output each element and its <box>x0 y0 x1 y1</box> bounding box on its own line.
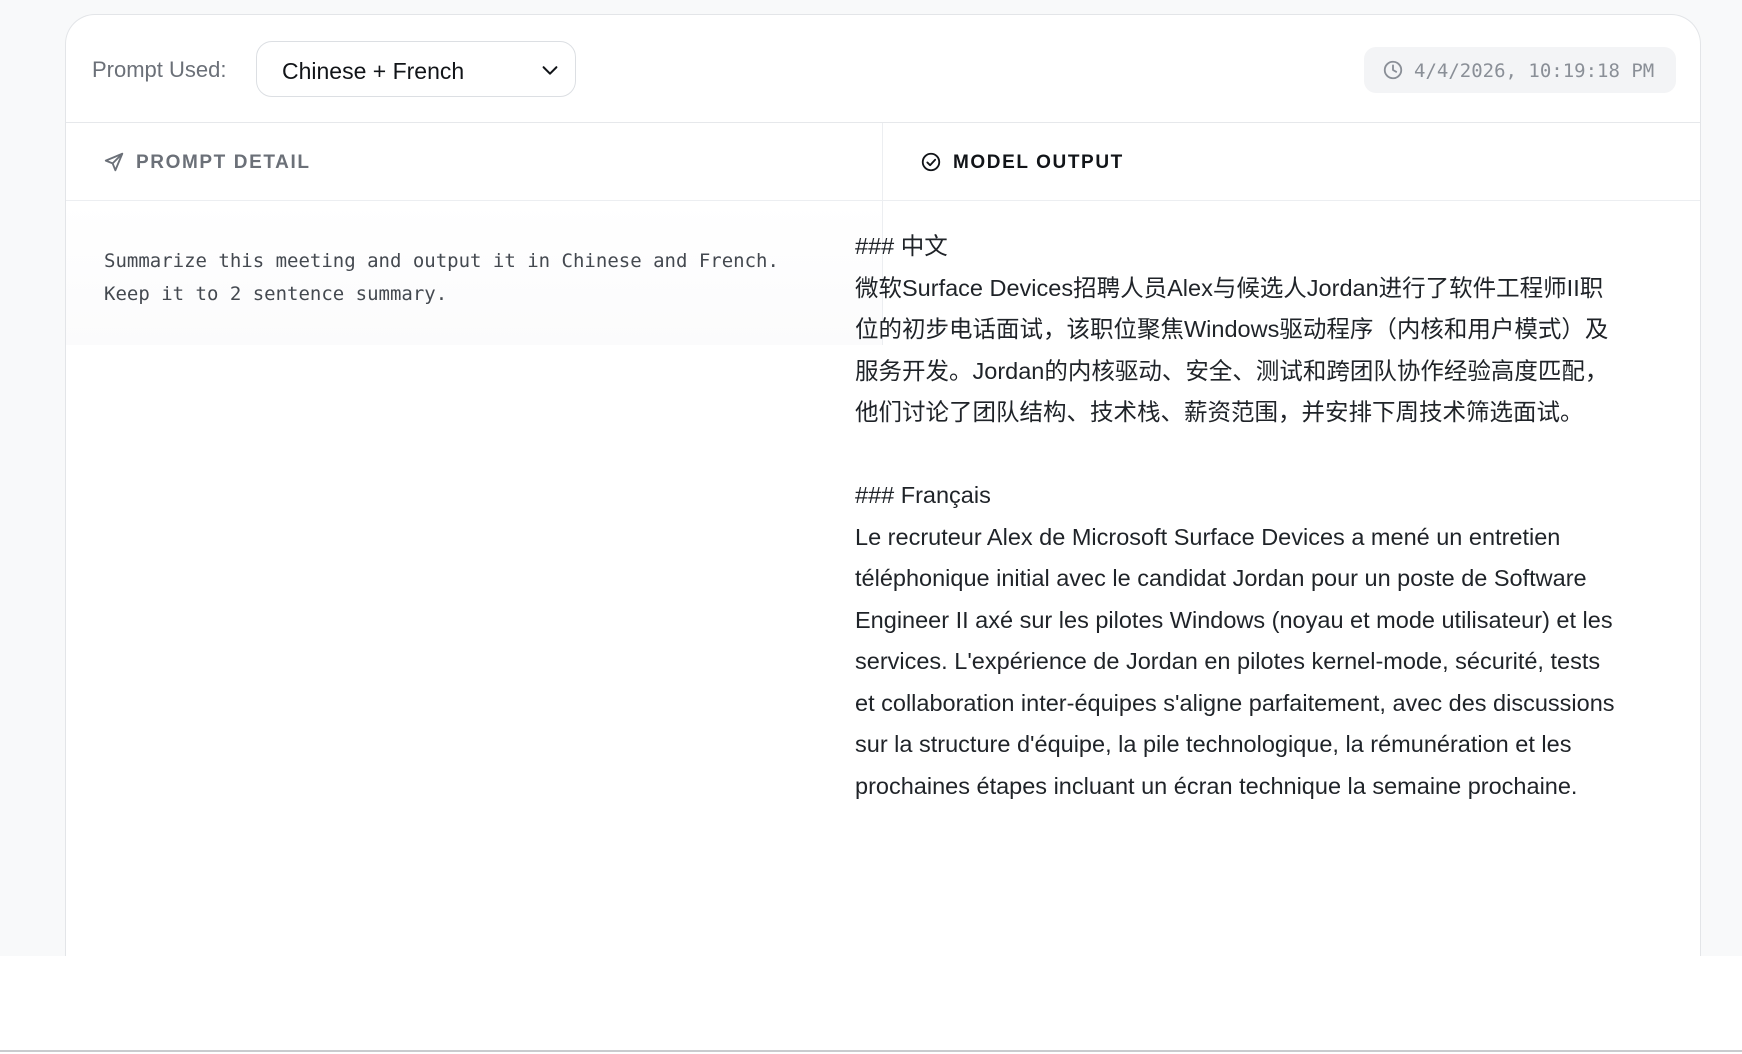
check-circle-icon <box>921 152 941 172</box>
timestamp-text: 4/4/2026, 10:19:18 PM <box>1414 60 1655 82</box>
timestamp-badge: 4/4/2026, 10:19:18 PM <box>1364 47 1676 93</box>
card-toolbar: Prompt Used: Chinese + French 4/4/2026, … <box>66 15 1700 123</box>
output-summary-french: Le recruteur Alex de Microsoft Surface D… <box>855 523 1615 799</box>
prompt-detail-header: PROMPT DETAIL <box>66 123 883 201</box>
output-heading-chinese: ### 中文 <box>855 233 948 259</box>
bottom-divider <box>0 1050 1742 1052</box>
prompt-detail-body: Summarize this meeting and output it in … <box>66 201 883 345</box>
prompt-select[interactable]: Chinese + French <box>256 41 576 97</box>
output-heading-french: ### Français <box>855 482 991 508</box>
prompt-text: Summarize this meeting and output it in … <box>104 250 779 305</box>
output-summary-chinese: 微软Surface Devices招聘人员Alex与候选人Jordan进行了软件… <box>855 274 1609 426</box>
prompt-select-value: Chinese + French <box>282 58 465 84</box>
send-icon <box>104 152 124 172</box>
model-output-title: MODEL OUTPUT <box>953 152 1124 173</box>
prompt-detail-title: PROMPT DETAIL <box>136 152 311 173</box>
model-output-body: ### 中文 微软Surface Devices招聘人员Alex与候选人Jord… <box>855 226 1615 807</box>
chevron-down-icon <box>542 66 558 75</box>
clock-icon <box>1383 60 1403 80</box>
prompt-used-label: Prompt Used: <box>92 57 227 82</box>
model-output-header: MODEL OUTPUT <box>883 123 1700 201</box>
